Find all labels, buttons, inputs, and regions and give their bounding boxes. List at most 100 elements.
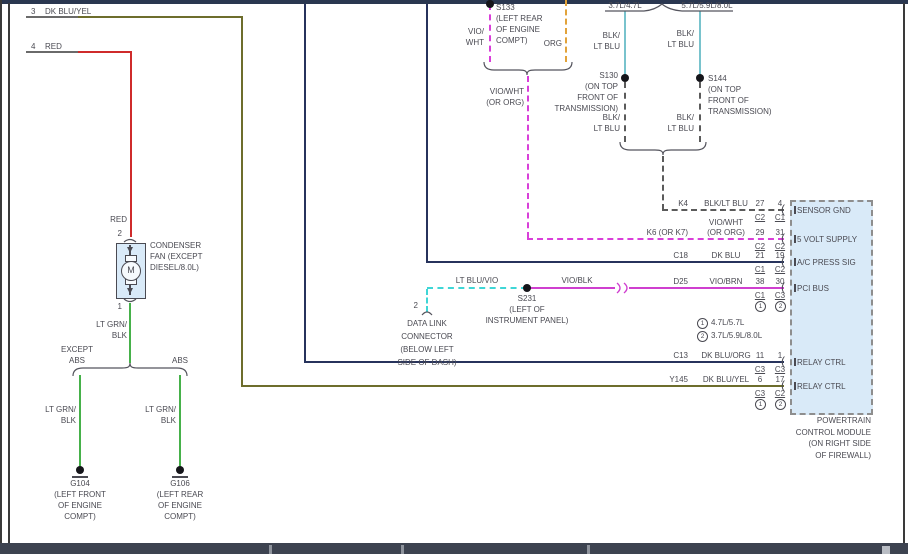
splice-label-s130: S130 (ON TOP FRONT OF TRANSMISSION) <box>554 71 618 113</box>
pin-connector-icon: ( <box>781 231 785 245</box>
circuit-id: K4 <box>678 199 688 208</box>
pin-number: 11 <box>755 351 765 360</box>
inline-connector-icon <box>616 282 628 294</box>
note-ref-icon: 2 <box>775 301 786 312</box>
pin-number: 1 <box>777 351 783 360</box>
wire-color-label: BLK/ LT BLU <box>667 29 694 49</box>
wire-ltbluvio-h <box>427 287 527 289</box>
top-border <box>0 0 908 4</box>
note-text: 3.7L/5.9L/8.0L <box>711 331 763 340</box>
splice-dot-s130 <box>621 74 629 82</box>
engine-variant-label: 5.7L/5.9L/8.0L <box>681 1 733 10</box>
pin-connector-icon: ( <box>781 354 785 368</box>
circuit-id: D25 <box>673 277 688 286</box>
pin-connector-icon: ( <box>781 280 785 294</box>
connector-ref: C2 <box>774 389 786 398</box>
motor-symbol: M <box>121 261 141 281</box>
wire-color-label: VIO/BLK <box>561 276 593 285</box>
connector-ref: C3 <box>754 389 766 398</box>
ground-label-g106: G106 (LEFT REAR OF ENGINE COMPT) <box>156 479 204 521</box>
wire-ltgrnblk-v <box>129 303 131 363</box>
dlc-connector-arc <box>421 311 433 316</box>
wire-viowht-v <box>489 4 491 62</box>
pin-number: 1 <box>117 302 122 311</box>
pin-number: 31 <box>775 228 785 237</box>
wire-vioblk-d25 <box>527 287 784 289</box>
wire-viowht-out-v <box>527 76 529 238</box>
wire-dkblu-c18 <box>426 261 784 263</box>
bottom-bar-separator <box>269 545 272 554</box>
pin-tick <box>794 258 796 266</box>
left-border-inner <box>8 3 10 543</box>
wire-color-label: LT GRN/ BLK <box>145 405 176 425</box>
wire-number: 4 <box>31 42 36 51</box>
pin-tick <box>794 284 796 292</box>
pin-number: 38 <box>755 277 765 286</box>
wire-blkltblu-left-v <box>624 11 626 76</box>
connector-ref: C1 <box>754 265 766 274</box>
pin-number: 17 <box>775 375 785 384</box>
wire-color-label: VIO/ WHT <box>465 27 484 47</box>
pcm-pin-function: RELAY CTRL <box>797 382 846 391</box>
right-border <box>903 3 905 543</box>
circuit-id: C13 <box>673 351 688 360</box>
bottom-bar <box>0 543 908 554</box>
wire-org-v <box>565 0 567 62</box>
splice-dot-s231 <box>523 284 531 292</box>
pin-number: 21 <box>755 251 765 260</box>
circuit-id: Y145 <box>669 375 688 384</box>
bottom-bar-separator <box>401 545 404 554</box>
connector-ref: C3 <box>774 291 786 300</box>
connector-ref: C2 <box>774 265 786 274</box>
pin-tick <box>794 235 796 243</box>
component-label-condenser-fan: CONDENSER FAN (EXCEPT DIESEL/8.0L) <box>150 241 203 272</box>
connector-ref: C1 <box>754 291 766 300</box>
splice-label-s133: S133 (LEFT REAR OF ENGINE COMPT) <box>496 3 543 45</box>
branch-label-except-abs: EXCEPT ABS <box>60 345 93 365</box>
wire-blkltblu-k4 <box>662 209 784 211</box>
ground-symbol-g104 <box>76 466 84 474</box>
wire-color-label: LT BLU/VIO <box>455 276 499 285</box>
note-icon: 1 <box>697 318 708 329</box>
wire-ltgrnblk-left <box>79 375 81 467</box>
branch-label-abs: ABS <box>171 356 188 365</box>
circuit-id: K6 (OR K7) <box>646 228 688 237</box>
pcm-pin-function: SENSOR GND <box>797 206 851 215</box>
wire-red-h <box>78 51 132 53</box>
note-ref-icon: 1 <box>755 301 766 312</box>
pcm-caption: POWERTRAIN CONTROL MODULE (ON RIGHT SIDE… <box>795 416 871 460</box>
wire-color-label: BLK/ LT BLU <box>593 113 620 133</box>
note-ref-icon: 2 <box>775 399 786 410</box>
pcm-pin-function: A/C PRESS SIG <box>797 258 856 267</box>
engine-variant-label: 3.7L/4.7L <box>608 1 642 10</box>
pcm-pin-function: RELAY CTRL <box>797 358 846 367</box>
wire-dkbluyel-y145 <box>241 385 784 387</box>
pin-number: 19 <box>775 251 785 260</box>
pin-tick <box>794 358 796 366</box>
pin-connector-icon: ( <box>781 378 785 392</box>
wire-dkbluyel-h <box>78 16 243 18</box>
wire-dkbluorg-v <box>304 4 306 362</box>
splice-label-s231: S231 (LEFT OF INSTRUMENT PANEL) <box>485 294 569 325</box>
pin-number: 2 <box>117 229 122 238</box>
wire-color-label: BLK/ LT BLU <box>593 31 620 51</box>
wire-dkbluorg-c13 <box>304 361 784 363</box>
splice-label-s144: S144 (ON TOP FRONT OF TRANSMISSION) <box>708 74 772 116</box>
wire-dkblu-v <box>426 4 428 262</box>
pin-connector-icon: ( <box>781 254 785 268</box>
connector-label-dlc: DATA LINK CONNECTOR (BELOW LEFT SIDE OF … <box>397 319 457 367</box>
left-border-outer <box>0 0 2 554</box>
wire-number: 3 <box>31 7 36 16</box>
motor-arrow-top <box>127 247 133 253</box>
wire-blkltblu-left-d <box>624 82 626 142</box>
wire-dkbluyel-v <box>241 16 243 387</box>
pin-number: 30 <box>775 277 785 286</box>
motor-arrow-bottom <box>127 288 133 294</box>
bottom-bar-separator <box>587 545 590 554</box>
ground-symbol-g106 <box>176 466 184 474</box>
note-text: 4.7L/5.7L <box>711 318 745 327</box>
pin-tick <box>794 382 796 390</box>
ground-label-g104: G104 (LEFT FRONT OF ENGINE COMPT) <box>54 479 106 521</box>
wire-color-label: DK BLU/YEL <box>45 7 92 16</box>
wire-color-label: VIO/WHT (OR ORG) <box>486 87 524 107</box>
